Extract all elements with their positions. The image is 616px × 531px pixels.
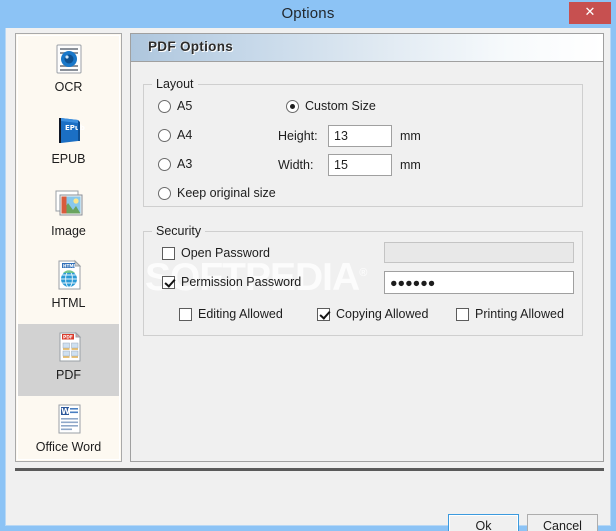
radio-a3-label: A3: [177, 157, 193, 171]
checkbox-printing-allowed[interactable]: Printing Allowed: [456, 307, 564, 321]
permission-password-input[interactable]: [384, 271, 574, 294]
checkbox-editing-allowed-indicator[interactable]: [179, 307, 192, 321]
open-password-input[interactable]: [384, 242, 574, 263]
checkbox-printing-allowed-label: Printing Allowed: [475, 307, 564, 321]
sidebar-item-html[interactable]: HTML HTML: [18, 252, 119, 324]
security-groupbox: Security Open Password Permission Passwo…: [143, 224, 583, 336]
sidebar-item-pdf[interactable]: PDF PDF: [18, 324, 119, 396]
sidebar-item-image[interactable]: Image: [18, 180, 119, 252]
sidebar-item-label: Office Word: [35, 440, 102, 454]
radio-custom-size[interactable]: Custom Size: [286, 99, 376, 113]
svg-text:PDF: PDF: [63, 335, 73, 341]
pdf-file-icon: PDF: [52, 330, 86, 364]
layout-legend: Layout: [152, 77, 198, 91]
radio-keep-original-size-indicator[interactable]: [158, 186, 171, 200]
svg-text:W: W: [61, 407, 70, 416]
radio-a3[interactable]: A3: [158, 157, 192, 171]
sidebar-item-label: HTML: [51, 296, 86, 310]
options-dialog-window: Options ✕ OCR EPub EPUB Image HTML HTML …: [0, 0, 616, 531]
radio-a5-label: A5: [177, 99, 193, 113]
checkbox-open-password-label: Open Password: [181, 246, 270, 260]
checkbox-copying-allowed-indicator[interactable]: [317, 307, 330, 321]
title-bar: Options ✕: [0, 0, 616, 28]
window-title: Options: [281, 5, 335, 22]
radio-a4-label: A4: [177, 128, 193, 142]
height-unit-label: mm: [400, 129, 421, 143]
sidebar-item-ocr[interactable]: OCR: [18, 36, 119, 108]
radio-a5-indicator[interactable]: [158, 99, 171, 113]
svg-text:EPub: EPub: [65, 124, 85, 132]
radio-keep-original-size-label: Keep original size: [177, 186, 276, 200]
pdf-options-panel: PDF Options SOFTPEDIA® Layout A5 A4 A3 K…: [130, 33, 604, 462]
ocr-icon: [52, 42, 86, 76]
radio-a4[interactable]: A4: [158, 128, 192, 142]
checkbox-printing-allowed-indicator[interactable]: [456, 307, 469, 321]
checkbox-copying-allowed-label: Copying Allowed: [336, 307, 429, 321]
width-input[interactable]: [328, 154, 392, 176]
layout-groupbox: Layout A5 A4 A3 Keep original size Custo…: [143, 77, 583, 207]
footer-separator: [15, 468, 604, 471]
sidebar-item-label: PDF: [56, 368, 81, 382]
security-legend: Security: [152, 224, 206, 238]
checkbox-permission-password-label: Permission Password: [181, 275, 302, 289]
sidebar-item-epub[interactable]: EPub EPUB: [18, 108, 119, 180]
height-label: Height:: [278, 129, 318, 143]
close-icon[interactable]: ✕: [569, 2, 611, 24]
category-sidebar-list[interactable]: OCR EPub EPUB Image HTML HTML PDF PDF W …: [17, 35, 120, 460]
radio-a5[interactable]: A5: [158, 99, 192, 113]
panel-header: PDF Options: [131, 34, 603, 62]
word-doc-icon: W: [52, 402, 86, 436]
checkbox-editing-allowed[interactable]: Editing Allowed: [179, 307, 283, 321]
html-globe-icon: HTML: [52, 258, 86, 292]
ok-button[interactable]: Ok: [448, 514, 519, 531]
svg-text:HTML: HTML: [63, 263, 77, 268]
sidebar-item-label: OCR: [54, 80, 83, 94]
sidebar-item-office-word[interactable]: W Office Word: [18, 396, 119, 459]
checkbox-open-password[interactable]: Open Password: [162, 246, 270, 260]
radio-custom-size-label: Custom Size: [305, 99, 376, 113]
sidebar-item-label: Image: [51, 224, 86, 238]
cancel-button[interactable]: Cancel: [527, 514, 598, 531]
checkbox-permission-password-indicator[interactable]: [162, 275, 175, 289]
image-icon: [52, 186, 86, 220]
checkbox-editing-allowed-label: Editing Allowed: [198, 307, 283, 321]
page-title: PDF Options: [148, 39, 234, 54]
radio-keep-original-size[interactable]: Keep original size: [158, 186, 276, 200]
width-label: Width:: [278, 158, 314, 172]
height-input[interactable]: [328, 125, 392, 147]
epub-book-icon: EPub: [52, 114, 86, 148]
radio-a4-indicator[interactable]: [158, 128, 171, 142]
category-sidebar: OCR EPub EPUB Image HTML HTML PDF PDF W …: [15, 33, 122, 462]
sidebar-item-label: EPUB: [51, 152, 86, 166]
dialog-client-area: OCR EPub EPUB Image HTML HTML PDF PDF W …: [5, 28, 611, 531]
radio-a3-indicator[interactable]: [158, 157, 171, 171]
checkbox-open-password-indicator[interactable]: [162, 246, 175, 260]
checkbox-permission-password[interactable]: Permission Password: [162, 275, 301, 289]
width-unit-label: mm: [400, 158, 421, 172]
radio-custom-size-indicator[interactable]: [286, 99, 299, 113]
checkbox-copying-allowed[interactable]: Copying Allowed: [317, 307, 428, 321]
